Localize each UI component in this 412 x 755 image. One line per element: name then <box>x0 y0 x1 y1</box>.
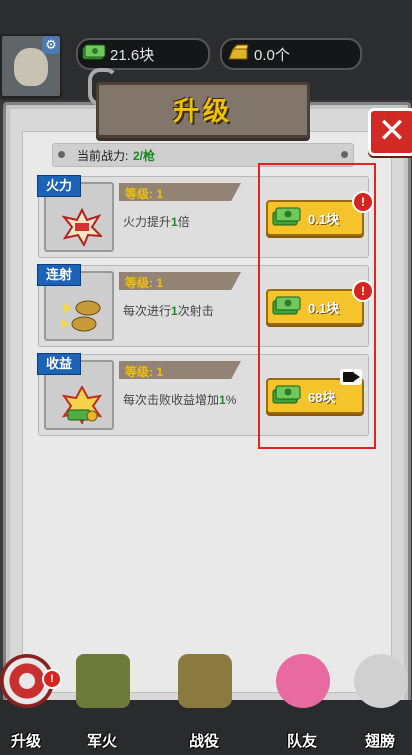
firepower-icon <box>62 208 102 246</box>
dot-left-icon <box>58 151 65 158</box>
upgrade-description: 每次进行1次射击 <box>123 302 214 319</box>
nav-campaign[interactable]: 战役 <box>172 654 236 754</box>
desc-unit: 倍 <box>177 215 190 229</box>
upgrade-tag: 收益 <box>37 353 82 375</box>
power-value: 2/枪 <box>133 149 156 163</box>
nav-alert-badge-icon: ! <box>42 669 62 689</box>
wings-icon <box>354 654 408 708</box>
desc-number: 1 <box>171 304 178 318</box>
upgrade-tag: 火力 <box>37 175 82 197</box>
crossed-guns-icon <box>178 654 232 708</box>
desc-unit: 次射击 <box>177 304 214 318</box>
level-bar: 等级: 1 <box>119 361 241 379</box>
close-button[interactable]: ✕ <box>368 108 412 156</box>
gold-value: 0.0个 <box>254 47 290 64</box>
avatar-face <box>14 48 48 86</box>
bullets-icon <box>62 300 101 332</box>
dot-right-icon <box>341 151 348 158</box>
level-text: 等级: 1 <box>125 276 164 290</box>
nav-teammates[interactable]: 队友 <box>270 654 334 754</box>
upgrade-description: 每次击败收益增加1% <box>123 391 236 408</box>
income-icon <box>62 386 102 424</box>
nav-label: 军火 <box>86 733 117 750</box>
nurse-avatar-icon <box>276 654 330 708</box>
panel-title-board: 升级 <box>96 82 310 138</box>
desc-text: 每次进行 <box>123 304 172 318</box>
nav-arsenal[interactable]: 军火 <box>70 654 134 754</box>
highlight-box <box>258 163 376 449</box>
desc-number: 1 <box>219 393 226 407</box>
level-bar: 等级: 1 <box>119 183 241 201</box>
nav-label: 翅膀 <box>364 733 395 750</box>
level-text: 等级: 1 <box>125 187 164 201</box>
nav-label: 队友 <box>286 733 317 750</box>
upgrade-description: 火力提升1倍 <box>123 213 190 230</box>
panel-title: 升级 <box>172 96 233 126</box>
cash-value: 21.6块 <box>110 47 155 64</box>
desc-unit: % <box>225 393 237 407</box>
desc-text: 每次击败收益增加 <box>123 393 220 407</box>
desc-number: 1 <box>171 215 178 229</box>
nav-label: 升级 <box>10 733 41 750</box>
upgrade-tag: 连射 <box>37 264 82 286</box>
vest-icon <box>76 654 130 708</box>
level-text: 等级: 1 <box>125 365 164 379</box>
level-bar: 等级: 1 <box>119 272 241 290</box>
nav-label: 战役 <box>188 733 219 750</box>
power-label: 当前战力: <box>77 149 129 163</box>
nav-wings[interactable]: 翅膀 <box>348 654 412 754</box>
cash-icon <box>82 44 106 60</box>
settings-gear-icon[interactable]: ⚙ <box>42 36 60 54</box>
bottom-nav: 升级 军火 战役 队友 翅膀 <box>0 654 412 755</box>
gold-bar-icon <box>228 44 249 60</box>
cash-counter: 21.6块 <box>76 38 210 70</box>
desc-text: 火力提升 <box>123 215 172 229</box>
gold-counter: 0.0个 <box>220 38 362 70</box>
